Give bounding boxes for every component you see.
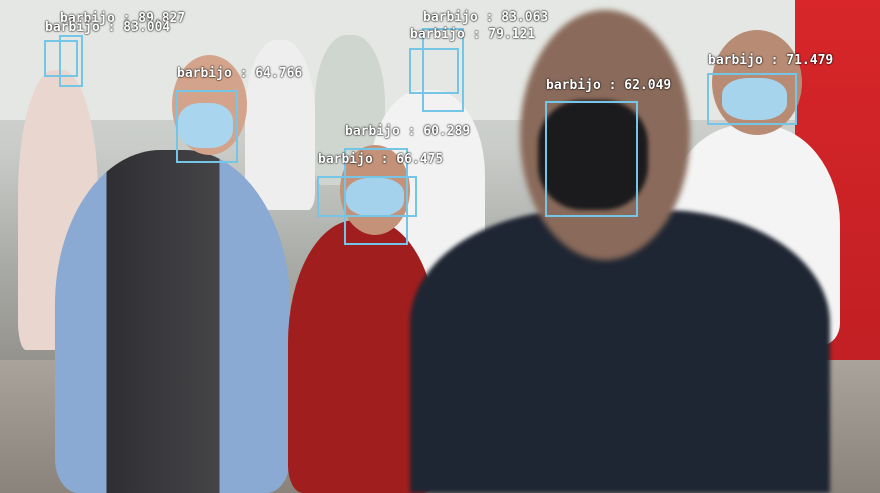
detection-box — [545, 101, 638, 217]
detection-box — [176, 90, 238, 163]
person-woman-blue-shirt — [55, 150, 290, 493]
detection-label: barbijo : 62.049 — [546, 78, 672, 93]
photo-scene: barbijo : 89.827 barbijo : 83.004 barbij… — [0, 0, 880, 493]
detection-label: barbijo : 64.766 — [177, 66, 303, 81]
detection-box — [707, 73, 797, 125]
detection-box — [317, 176, 417, 217]
detection-label: barbijo : 79.121 — [410, 27, 536, 42]
detection-box — [59, 35, 83, 87]
detection-label: barbijo : 60.289 — [345, 124, 471, 139]
detection-label: barbijo : 83.063 — [423, 10, 549, 25]
detection-label: barbijo : 83.004 — [45, 20, 171, 35]
detection-label: barbijo : 71.479 — [708, 53, 834, 68]
detection-label: barbijo : 66.475 — [318, 152, 444, 167]
